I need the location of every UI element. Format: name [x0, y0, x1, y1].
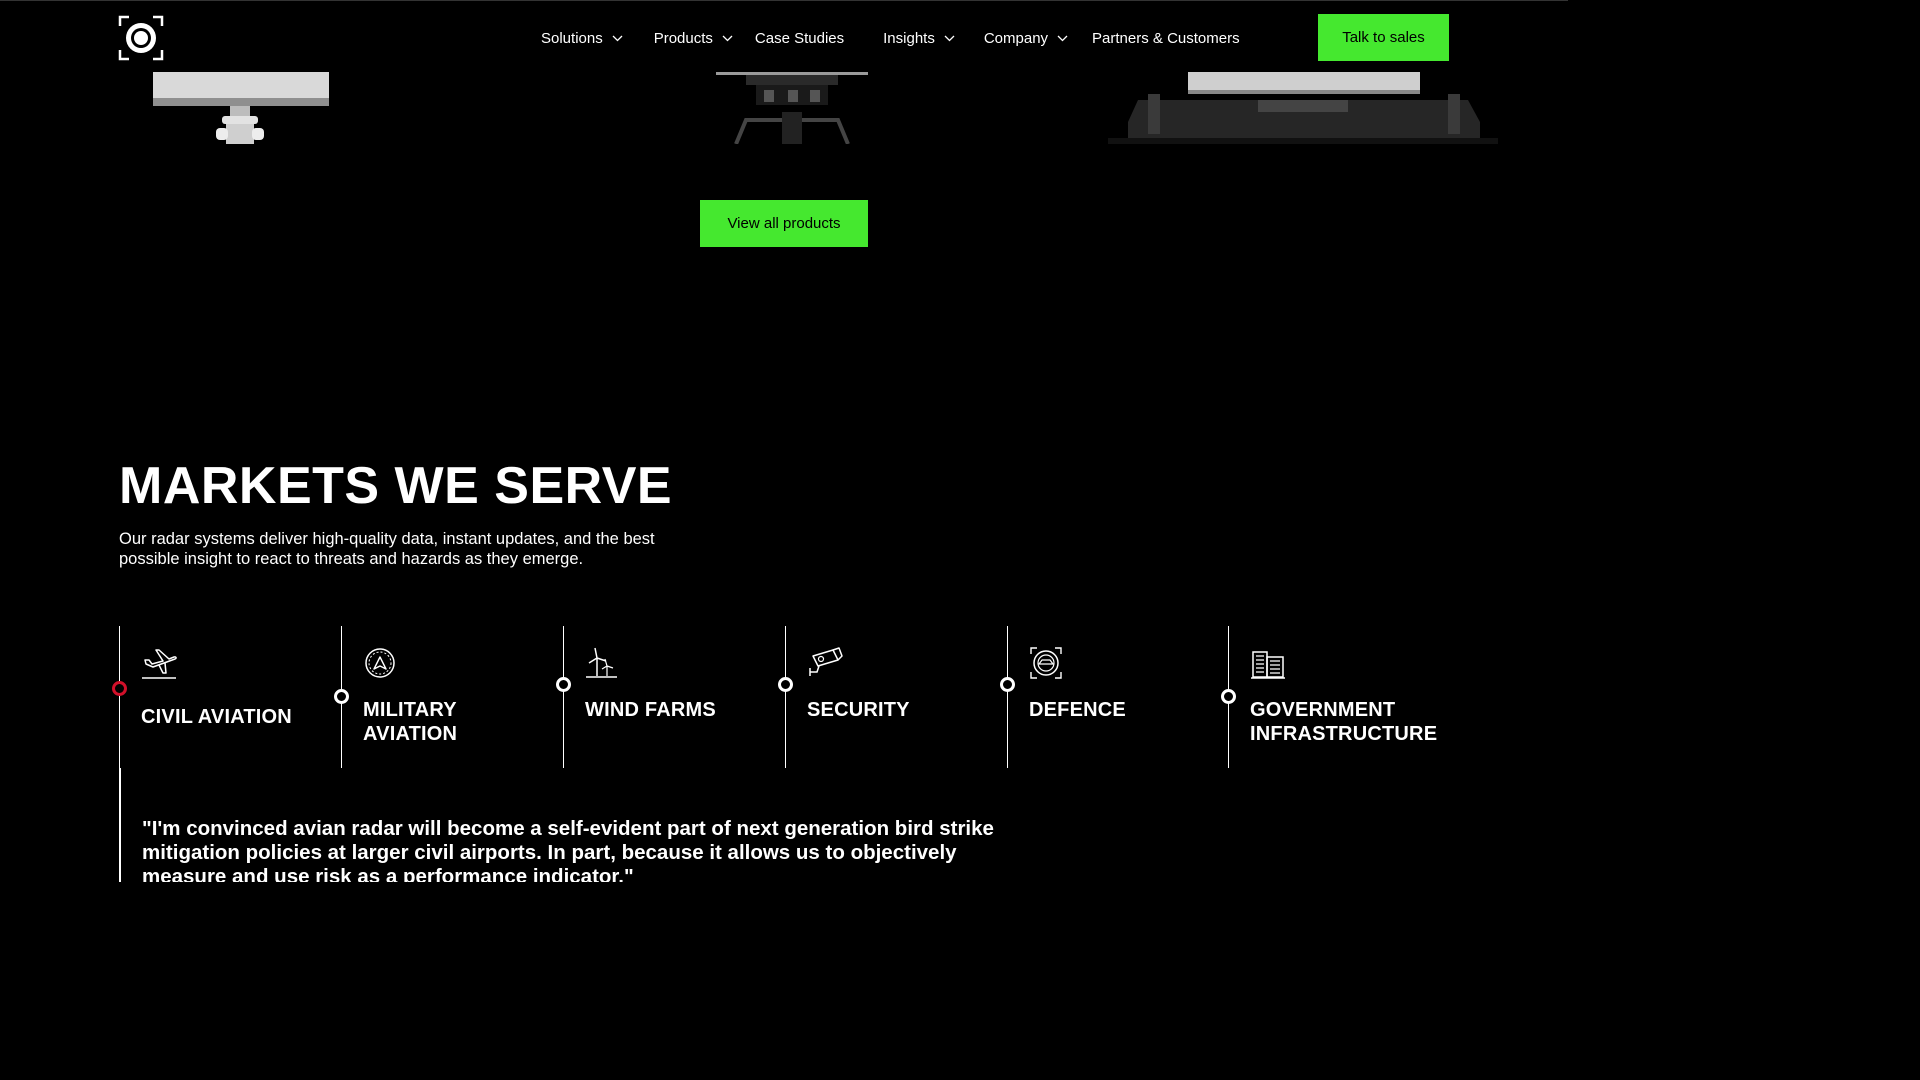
- quote-divider: [119, 768, 121, 882]
- market-label: GOVERNMENT INFRASTRUCTURE: [1250, 699, 1438, 745]
- site-header: Solutions Products Case Studies Insights…: [0, 0, 1568, 72]
- logo-icon[interactable]: [118, 15, 164, 61]
- nav-label: Products: [653, 29, 713, 47]
- page: Solutions Products Case Studies Insights…: [0, 0, 1568, 882]
- market-label: CIVIL AVIATION: [141, 706, 292, 728]
- nav-label: Case Studies: [754, 29, 845, 47]
- building-icon: [1251, 651, 1285, 679]
- nav-partners-customers[interactable]: Partners & Customers: [1092, 30, 1240, 47]
- defence-crosshair-icon: [1030, 647, 1062, 679]
- section-title: MARKETS WE SERVE: [119, 457, 673, 515]
- market-wind-farms[interactable]: WIND FARMS: [556, 626, 785, 768]
- product-image-1[interactable]: [150, 72, 332, 144]
- talk-to-sales-button[interactable]: Talk to sales: [1318, 14, 1449, 61]
- product-image-3[interactable]: [1108, 72, 1498, 144]
- section-intro: Our radar systems deliver high-quality d…: [119, 530, 655, 568]
- market-label: DEFENCE: [1029, 699, 1126, 721]
- nav-label: Insights: [883, 29, 935, 47]
- market-label: SECURITY: [807, 699, 910, 721]
- nav-solutions[interactable]: Solutions: [541, 30, 623, 47]
- nav-label: Company: [983, 29, 1049, 47]
- timeline-dot: [1000, 677, 1015, 692]
- security-camera-icon: [809, 647, 843, 676]
- markets-list: CIVIL AVIATION MILITARY AVIATION WIND FA…: [112, 626, 1450, 768]
- chevron-down-icon: [944, 35, 955, 41]
- product-image-2[interactable]: [716, 72, 868, 144]
- nav-products[interactable]: Products: [654, 30, 733, 47]
- nav-label: Solutions: [541, 29, 603, 47]
- nav-label: Partners & Customers: [1092, 29, 1240, 47]
- jet-badge-icon: [365, 648, 395, 678]
- timeline-dot: [1221, 689, 1236, 704]
- timeline-dot: [556, 677, 571, 692]
- nav-case-studies[interactable]: Case Studies: [755, 30, 844, 47]
- wind-turbine-icon: [586, 647, 617, 678]
- chevron-down-icon: [1057, 35, 1068, 41]
- market-label: MILITARY AVIATION: [363, 699, 458, 745]
- timeline-dot: [778, 677, 793, 692]
- chevron-down-icon: [612, 35, 623, 41]
- main-nav: Solutions Products Case Studies Insights…: [541, 27, 1240, 49]
- market-defence[interactable]: DEFENCE: [1000, 626, 1229, 768]
- airplane-icon: [142, 649, 177, 679]
- chevron-down-icon: [722, 35, 733, 41]
- timeline-dot: [112, 681, 127, 696]
- market-military-aviation[interactable]: MILITARY AVIATION: [334, 626, 563, 768]
- timeline-dot: [334, 689, 349, 704]
- nav-insights[interactable]: Insights: [883, 30, 955, 47]
- market-security[interactable]: SECURITY: [778, 626, 1007, 768]
- nav-company[interactable]: Company: [984, 30, 1068, 47]
- market-government-infrastructure[interactable]: GOVERNMENT INFRASTRUCTURE: [1221, 626, 1450, 768]
- market-label: WIND FARMS: [585, 699, 716, 721]
- market-civil-aviation[interactable]: CIVIL AVIATION: [112, 626, 341, 768]
- view-all-products-button[interactable]: View all products: [700, 200, 868, 247]
- testimonial-quote: "I'm convinced avian radar will become a…: [142, 817, 994, 882]
